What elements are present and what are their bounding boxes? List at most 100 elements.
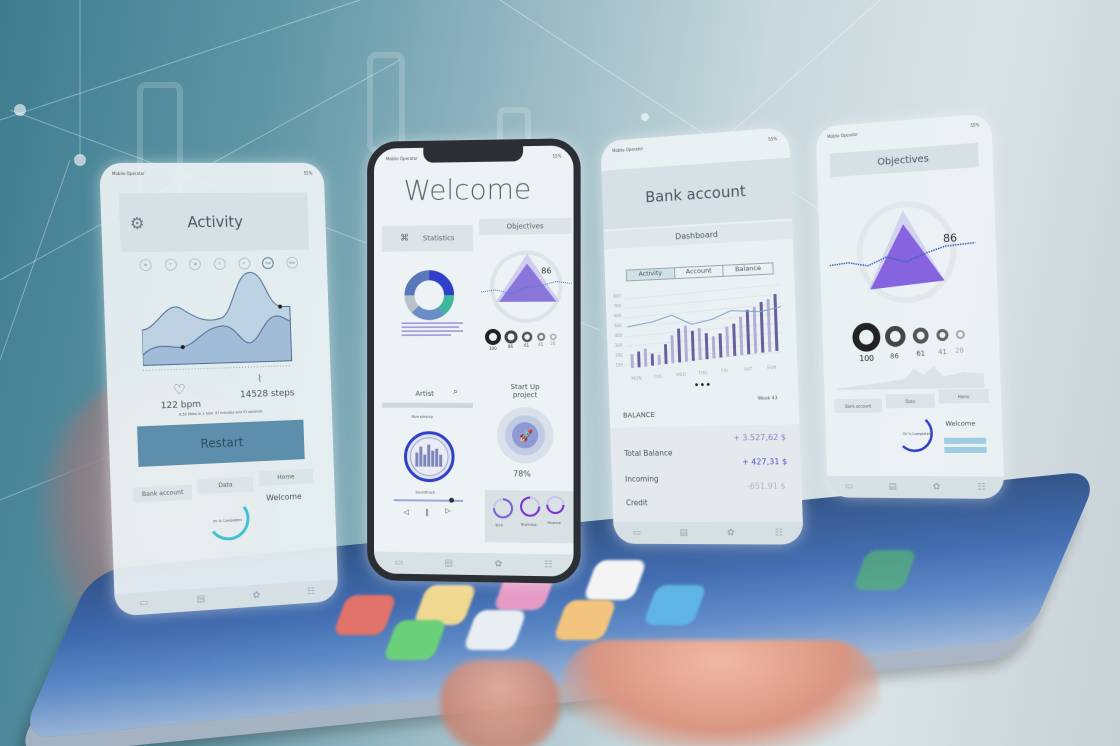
ring-label: 41 [938, 348, 947, 356]
search-icon[interactable]: ⌕ [453, 387, 458, 397]
bar [657, 354, 661, 365]
ring-label: 100 [489, 346, 497, 351]
donut-segment [441, 295, 449, 311]
statistics-button[interactable]: ⌘ Statistics [381, 225, 473, 252]
ring-label: 86 [508, 344, 514, 349]
playback-slider[interactable] [393, 497, 464, 503]
operator-label: Mobile Operator [385, 155, 418, 162]
prev-icon[interactable]: ◁ [404, 508, 409, 516]
battery-indicator: 55% [552, 153, 562, 159]
now-playing-label: Now playing [411, 414, 433, 419]
pulse-icon: ⌇ [257, 373, 263, 385]
x-tick-label: SAT [744, 366, 753, 372]
credit-label: Credit [625, 498, 648, 508]
bar [759, 301, 765, 353]
app-icon-reminders [582, 560, 648, 600]
users-icon[interactable]: ☷ [977, 482, 986, 492]
startup-rocket-badge: 🚀 [496, 407, 554, 464]
pager-dots[interactable]: ••• [694, 380, 712, 391]
y-tick-label: 400 [615, 333, 623, 338]
app-icon-photos [332, 595, 398, 635]
mini-welcome: Welcome [266, 491, 302, 503]
bar [697, 327, 702, 361]
settings-icon[interactable]: ✿ [727, 528, 735, 538]
settings-icon[interactable]: ✿ [495, 559, 503, 569]
x-axis [143, 366, 292, 371]
ring-label: 86 [890, 352, 899, 360]
tab-balance[interactable]: Balance [724, 263, 773, 275]
bar [732, 323, 737, 356]
settings-icon[interactable]: ✿ [253, 590, 261, 600]
calendar-icon[interactable]: ▤ [679, 528, 688, 538]
bar [643, 348, 648, 367]
calendar-icon[interactable]: ▤ [444, 559, 452, 569]
category-business: Business [521, 522, 537, 527]
chat-icon[interactable]: ▭ [139, 598, 148, 609]
bar [663, 344, 668, 365]
tab-activity[interactable]: Activity [626, 268, 676, 281]
chat-icon[interactable]: ▭ [633, 528, 642, 538]
bar [630, 354, 634, 369]
users-icon[interactable]: ☷ [544, 560, 552, 570]
mini-button[interactable] [943, 437, 987, 444]
page-title: Bank account [645, 181, 747, 207]
users-icon[interactable]: ☷ [307, 587, 315, 597]
soundtrack-visualizer [402, 429, 457, 485]
area-sparkline [836, 365, 985, 391]
heart-rate: 122 bpm [160, 399, 202, 412]
gridline [625, 284, 781, 299]
mini-button[interactable] [944, 446, 987, 454]
operator-label: Mobile Operator [612, 146, 644, 154]
users-icon[interactable]: ☷ [774, 528, 783, 538]
mini-tab-home[interactable]: Home [938, 388, 990, 404]
activity-screen: Mobile Operator 55% ⚙ Activity M T W T F… [99, 162, 339, 617]
battery-indicator: 55% [768, 136, 778, 142]
statistics-donut-chart [392, 257, 471, 347]
x-tick-label: SUN [767, 364, 777, 370]
y-tick-label: 600 [614, 313, 622, 318]
bank-bar-chart: 800 700 600 500 400 300 200 100 MON TUE WED THU FRI S… [613, 280, 790, 382]
chat-icon[interactable]: ▭ [845, 482, 853, 492]
trend-line [627, 307, 781, 327]
thumb [440, 660, 560, 746]
steps-count: 14528 steps [239, 388, 295, 401]
calendar-icon[interactable]: ▤ [196, 594, 205, 605]
y-tick-label: 200 [615, 353, 623, 358]
total-balance-value: + 3.527,62 $ [733, 432, 787, 443]
play-icon[interactable]: ▷ [445, 507, 450, 515]
credit-value: -651,91 $ [746, 481, 786, 491]
tab-account[interactable]: Account [674, 265, 724, 279]
app-icon-camera [462, 610, 528, 650]
status-bar: Mobile Operator 55% [386, 154, 562, 169]
bank-header: Bank account [601, 157, 793, 230]
tab-bar: ▭ ▤ ✿ ☷ [114, 579, 339, 617]
gear-icon[interactable]: ⚙ [130, 213, 145, 232]
heart-icon: ♡ [172, 382, 187, 399]
chat-icon[interactable]: ▭ [395, 558, 403, 568]
bar [725, 326, 730, 357]
x-tick-label: FRI [721, 368, 728, 374]
mini-tab-bank[interactable]: Bank account [834, 398, 883, 413]
mini-tab-bank[interactable]: Bank account [133, 484, 193, 503]
settings-icon[interactable]: ✿ [933, 482, 941, 492]
mini-welcome: Welcome [945, 419, 976, 428]
objectives-radar-chart: 86 100 86 61 41 28 [481, 241, 574, 351]
mini-tab-home[interactable]: Home [258, 468, 314, 487]
pause-icon[interactable]: ‖ [425, 508, 428, 516]
restart-button[interactable]: Restart [137, 419, 305, 467]
operator-label: Mobile Operator [111, 170, 145, 177]
slider-handle[interactable] [449, 497, 455, 503]
calendar-icon[interactable]: ▤ [888, 482, 897, 492]
operator-label: Mobile Operator [827, 131, 858, 140]
category-finance: Finance [547, 520, 561, 526]
battery-indicator: 55% [970, 122, 980, 129]
mini-tab-data[interactable]: Data [885, 393, 936, 409]
objectives-button[interactable]: Objectives [478, 217, 572, 235]
bar [677, 328, 682, 363]
mini-tab-data[interactable]: Data [197, 476, 254, 495]
app-icon-twitter [642, 585, 708, 625]
progress-ring [204, 501, 255, 544]
donut-segment [429, 275, 449, 295]
bar [711, 336, 716, 359]
x-tick-label: MON [631, 376, 642, 382]
